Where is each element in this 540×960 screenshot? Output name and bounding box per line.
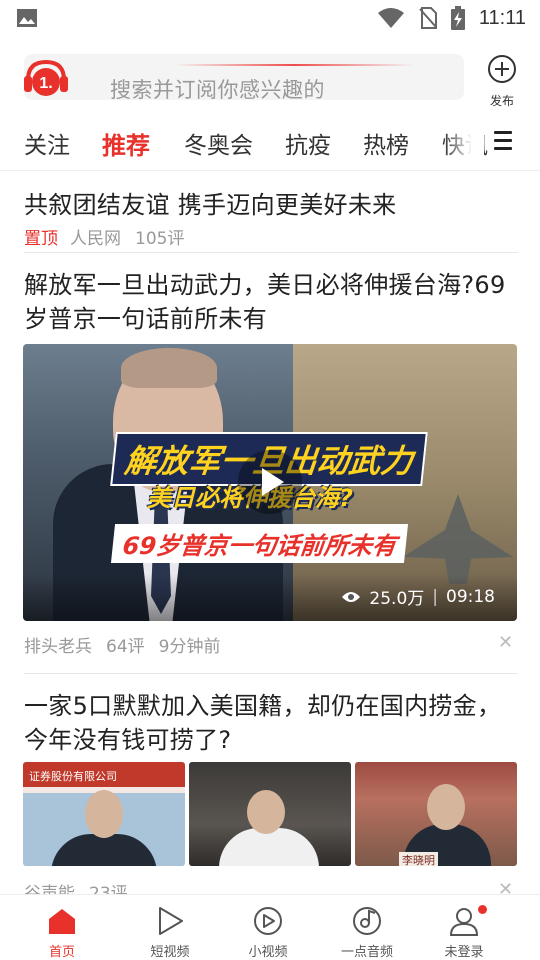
person-head	[427, 784, 465, 830]
news-meta-1: 置顶 人民网 105评	[24, 224, 198, 249]
person-body	[51, 834, 157, 866]
bottom-nav: 首页 短视频 小视频 一点音频 未登录	[0, 894, 540, 960]
view-count: 25.0万	[369, 589, 425, 609]
news-meta-2: 排头老兵 64评 9分钟前	[24, 632, 234, 657]
hamburger-menu-icon[interactable]	[494, 131, 514, 151]
publish-label: 发布	[489, 94, 514, 108]
news-title-2[interactable]: 解放军一旦出动武力，美日必将伸援台海?69岁普京一句话前所未有	[24, 268, 520, 336]
no-sim-icon	[419, 7, 437, 29]
image-icon	[17, 9, 37, 27]
status-bar: 11:11	[0, 0, 540, 36]
publish-button[interactable]: 发布	[482, 52, 522, 108]
video-thumbnail[interactable]: 解放军一旦出动武力 美日必将伸援台海? 69岁普京一句话前所未有 25.0万 |…	[23, 344, 517, 621]
tabs-fade	[444, 118, 484, 168]
nav-home[interactable]: 首页	[8, 895, 116, 960]
tab-hot-list[interactable]: 热榜	[363, 126, 409, 160]
play-icon	[262, 468, 284, 496]
feed-divider	[24, 252, 518, 253]
app-logo-icon[interactable]: 1.	[22, 56, 70, 100]
news-title-3[interactable]: 一家5口默默加入美国籍，却仍在国内捞金，今年没有钱可捞了?	[24, 689, 520, 757]
tab-recommend[interactable]: 推荐	[102, 126, 150, 161]
video-caption-3: 69岁普京一句话前所未有	[110, 524, 409, 563]
news-image-2[interactable]	[189, 762, 351, 866]
search-bar[interactable]: 搜索并订阅你感兴趣的	[24, 54, 464, 102]
plus-circle-icon	[488, 55, 516, 83]
nav-label-mini-video: 小视频	[248, 945, 288, 960]
news-image-3[interactable]: 李晓明	[355, 762, 517, 866]
nav-short-video[interactable]: 短视频	[116, 895, 224, 960]
comment-count: 105评	[135, 229, 185, 249]
home-icon	[49, 909, 75, 934]
nav-label-home: 首页	[48, 945, 75, 960]
tab-follow[interactable]: 关注	[24, 126, 70, 160]
nav-label-audio: 一点音频	[340, 945, 393, 960]
speaker-hair	[121, 348, 217, 388]
logo-text: 1.	[39, 75, 52, 92]
nav-label-short-video: 短视频	[150, 945, 190, 960]
clock: 11:11	[478, 6, 526, 29]
image-3-label: 李晓明	[399, 852, 438, 866]
dismiss-icon[interactable]: ✕	[498, 632, 513, 653]
disc-icon	[353, 907, 381, 935]
video-stats: 25.0万 | 09:18	[341, 584, 495, 609]
feed-divider	[24, 673, 518, 674]
tab-winter-olympics[interactable]: 冬奥会	[184, 126, 253, 160]
news-source: 人民网	[70, 229, 121, 249]
top-header: 搜索并订阅你感兴趣的 1. 发布	[0, 44, 540, 110]
nav-audio[interactable]: 一点音频	[313, 895, 421, 960]
image-1-label: 证券股份有限公司	[29, 770, 117, 783]
news-image-1[interactable]: 证券股份有限公司	[23, 762, 185, 866]
play-icon	[159, 907, 183, 935]
play-circle-icon	[254, 907, 282, 935]
user-icon	[449, 908, 479, 936]
comment-count: 64评	[106, 637, 145, 657]
nav-profile[interactable]: 未登录	[410, 895, 518, 960]
stat-separator: |	[432, 586, 438, 607]
video-duration: 09:18	[446, 586, 495, 607]
news-source: 排头老兵	[24, 637, 92, 657]
channel-tabs: 关注 推荐 冬奥会 抗疫 热榜 快讯	[0, 118, 540, 168]
tabs-divider	[0, 170, 540, 171]
wifi-icon	[377, 8, 404, 28]
nav-mini-video[interactable]: 小视频	[214, 895, 322, 960]
tab-anti-epidemic[interactable]: 抗疫	[285, 126, 331, 160]
pinned-tag: 置顶	[24, 229, 58, 249]
news-title-1[interactable]: 共叙团结友谊 携手迈向更美好未来	[24, 188, 520, 222]
battery-charging-icon	[450, 6, 465, 30]
notification-dot	[478, 905, 487, 914]
eye-icon	[342, 591, 361, 602]
search-accent-line	[174, 64, 414, 66]
publish-time: 9分钟前	[158, 637, 221, 657]
search-placeholder[interactable]: 搜索并订阅你感兴趣的	[110, 74, 325, 104]
play-button[interactable]	[238, 450, 302, 514]
nav-label-profile: 未登录	[444, 945, 484, 960]
person-head	[247, 790, 285, 834]
person-head	[85, 790, 123, 838]
